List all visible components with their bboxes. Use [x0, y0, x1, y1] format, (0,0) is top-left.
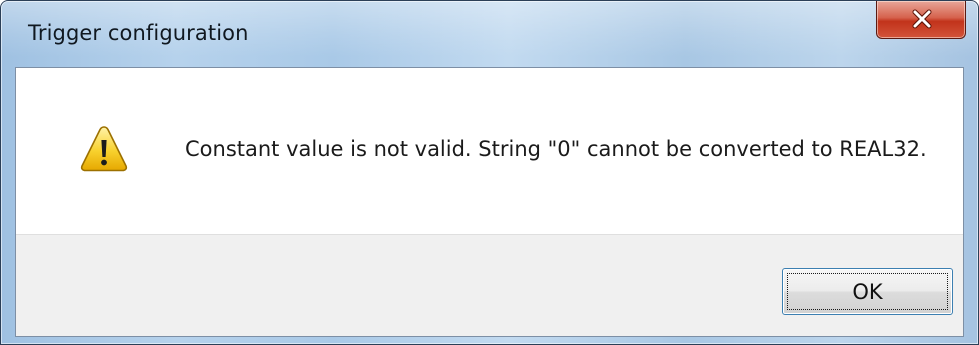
title-bar[interactable]: Trigger configuration	[1, 1, 978, 67]
window-title: Trigger configuration	[28, 21, 249, 45]
button-bar: OK	[16, 234, 963, 336]
dialog-body: Constant value is not valid. String "0" …	[15, 67, 964, 337]
ok-button[interactable]: OK	[782, 268, 953, 315]
close-icon	[912, 9, 932, 29]
message-area: Constant value is not valid. String "0" …	[16, 68, 963, 234]
ok-button-label: OK	[852, 279, 883, 304]
close-button[interactable]	[876, 1, 966, 39]
error-message: Constant value is not valid. String "0" …	[185, 137, 927, 161]
dialog-window: Trigger configuration Constant value is …	[0, 0, 979, 345]
warning-icon	[80, 126, 128, 172]
